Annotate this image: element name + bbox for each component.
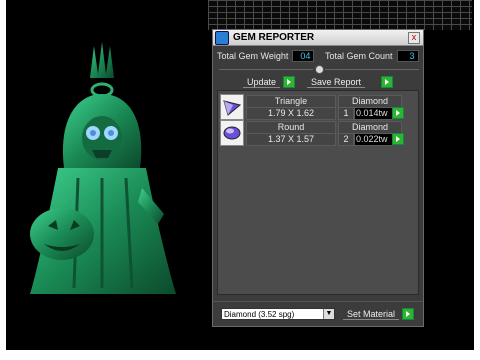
panel-footer: Diamond (3.52 spg) ▼ Set Material: [213, 301, 423, 326]
reaper-pendant-model: [30, 42, 176, 294]
gem-list: Triangle 1.79 X 1.62 Diamond 1 0.014tw R…: [217, 90, 419, 295]
save-report-button[interactable]: Save Report: [307, 76, 394, 88]
set-material-label: Set Material: [343, 309, 400, 320]
gem-thumbnail: [220, 120, 244, 146]
material-selected: Diamond (3.52 spg): [224, 310, 295, 319]
gem-row[interactable]: Triangle 1.79 X 1.62 Diamond 1 0.014tw: [220, 94, 416, 120]
divider-left: [219, 69, 313, 70]
gem-quantity: 2: [338, 133, 354, 146]
gem-quantity: 1: [338, 107, 354, 120]
play-arrow-icon[interactable]: [381, 76, 394, 88]
divider-right: [325, 69, 419, 70]
gem-carat-weight: 0.014tw: [354, 107, 393, 120]
window-title-bar[interactable]: GEM REPORTER x: [213, 30, 423, 46]
update-label: Update: [243, 77, 281, 88]
save-report-label: Save Report: [307, 77, 366, 88]
material-dropdown[interactable]: Diamond (3.52 spg) ▼: [221, 308, 335, 320]
triangle-gem-icon: [223, 100, 242, 116]
gem-carat-weight: 0.022tw: [354, 133, 393, 146]
window-title: GEM REPORTER: [233, 32, 315, 43]
play-arrow-icon[interactable]: [402, 308, 415, 320]
viewport-grid: [208, 0, 472, 30]
close-button[interactable]: x: [408, 32, 420, 44]
play-arrow-icon[interactable]: [392, 107, 404, 119]
round-gem-icon: [223, 126, 241, 140]
play-arrow-icon[interactable]: [392, 133, 404, 145]
right-border: [474, 0, 480, 360]
total-weight-row: Total Gem Weight 04: [217, 50, 315, 62]
total-count-row: Total Gem Count 3: [325, 50, 419, 62]
set-material-button[interactable]: Set Material: [343, 308, 415, 320]
chevron-down-icon[interactable]: ▼: [323, 309, 334, 319]
gem-dimensions: 1.37 X 1.57: [246, 133, 336, 146]
app-icon: [215, 30, 229, 45]
gem-row[interactable]: Round 1.37 X 1.57 Diamond 2 0.022tw: [220, 120, 416, 146]
left-border: [0, 0, 6, 360]
gem-reporter-window: GEM REPORTER x Total Gem Weight 04 Total…: [212, 29, 424, 327]
pumpkin: [30, 208, 94, 260]
update-button[interactable]: Update: [243, 76, 296, 88]
bottom-border: [0, 350, 480, 360]
total-weight-label: Total Gem Weight: [217, 51, 289, 61]
total-count-value: 3: [396, 50, 419, 62]
play-arrow-icon[interactable]: [283, 76, 296, 88]
gem-dimensions: 1.79 X 1.62: [246, 107, 336, 120]
gem-thumbnail: [220, 94, 244, 120]
total-count-label: Total Gem Count: [325, 51, 393, 61]
collapse-handle[interactable]: [315, 65, 324, 74]
total-weight-value: 04: [292, 50, 315, 62]
